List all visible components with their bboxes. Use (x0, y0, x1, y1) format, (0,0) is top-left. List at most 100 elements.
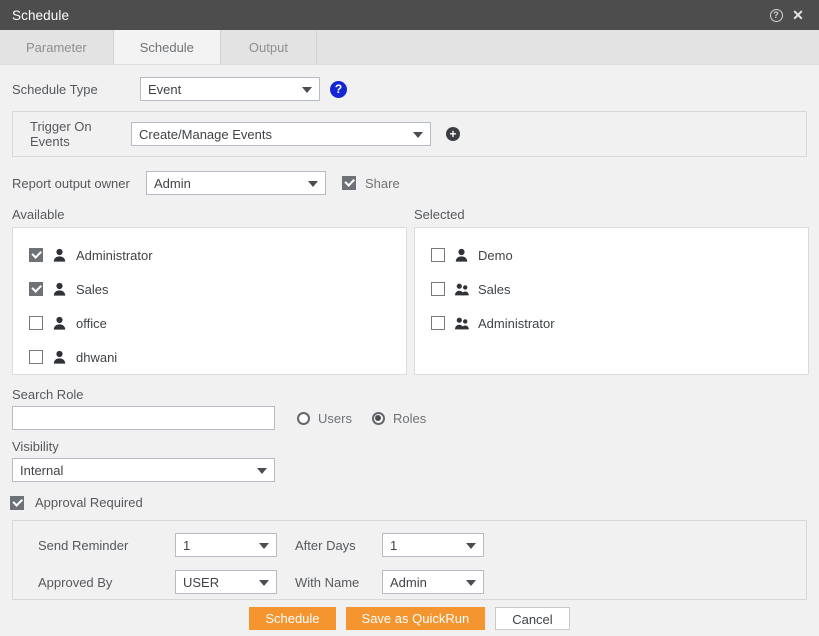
help-circle-icon[interactable]: ? (765, 4, 787, 26)
trigger-events-value: Create/Manage Events (139, 126, 272, 142)
approval-required-label: Approval Required (35, 495, 143, 510)
schedule-button[interactable]: Schedule (249, 607, 336, 630)
available-label: Available (12, 207, 65, 222)
add-trigger-icon[interactable]: + (446, 127, 460, 141)
help-glyph: ? (769, 8, 783, 22)
visibility-label: Visibility (12, 439, 59, 454)
cancel-button[interactable]: Cancel (495, 607, 570, 630)
list-item[interactable]: Administrator (415, 306, 808, 340)
available-listbox[interactable]: Administrator Sales office dhwani (12, 227, 407, 375)
report-owner-label: Report output owner (12, 175, 130, 191)
approval-required-checkbox[interactable] (10, 495, 24, 510)
selected-item-name: Demo (478, 247, 513, 263)
chevron-down-icon (259, 580, 269, 586)
tab-output[interactable]: Output (220, 30, 317, 64)
approved-by-row: Approved By USER With Name Admin (13, 570, 806, 594)
search-role-label: Search Role (12, 387, 84, 402)
schedule-type-value: Event (148, 81, 182, 97)
chevron-down-icon (466, 543, 476, 549)
with-name-value: Admin (390, 574, 427, 590)
trigger-events-select[interactable]: Create/Manage Events (131, 122, 431, 146)
available-item-name: dhwani (76, 349, 118, 365)
approved-by-label: Approved By (38, 574, 113, 590)
schedule-type-row: Schedule Type Event ? (0, 65, 819, 101)
report-owner-row: Report output owner Admin Share (0, 157, 819, 195)
approval-panel: Send Reminder 1 After Days 1 Approved By… (12, 520, 807, 600)
chevron-down-icon (413, 132, 423, 138)
after-days-select[interactable]: 1 (382, 533, 484, 557)
close-icon[interactable]: ✕ (787, 4, 809, 26)
tab-bar: Parameter Schedule Output (0, 30, 819, 65)
tab-parameter[interactable]: Parameter (0, 30, 114, 64)
radio-users[interactable] (297, 411, 310, 425)
list-item[interactable]: dhwani (13, 340, 406, 374)
list-item[interactable]: Demo (415, 238, 808, 272)
search-role-section: Search Role Users Roles (0, 375, 819, 430)
selected-item-checkbox[interactable] (431, 316, 445, 330)
role-transfer-lists: Available Administrator Sales office dhw… (0, 195, 819, 375)
list-item[interactable]: office (13, 306, 406, 340)
available-item-checkbox[interactable] (29, 350, 43, 364)
dialog-footer: Schedule Save as QuickRun Cancel (0, 607, 819, 630)
schedule-type-label: Schedule Type (12, 81, 98, 97)
add-trigger-glyph: + (449, 127, 457, 141)
available-item-checkbox[interactable] (29, 316, 43, 330)
available-item-checkbox[interactable] (29, 282, 43, 296)
visibility-section: Visibility Internal (0, 430, 819, 482)
list-item[interactable]: Administrator (13, 238, 406, 272)
tab-filler (316, 30, 819, 64)
user-icon (455, 248, 468, 262)
schedule-type-select[interactable]: Event (140, 77, 320, 101)
approved-by-select[interactable]: USER (175, 570, 277, 594)
trigger-panel: Trigger On Events Create/Manage Events + (12, 111, 807, 157)
schedule-type-help-glyph: ? (334, 82, 343, 96)
chevron-down-icon (308, 181, 318, 187)
radio-roles[interactable] (371, 411, 385, 425)
chevron-down-icon (302, 87, 312, 93)
user-icon (53, 316, 66, 330)
chevron-down-icon (259, 543, 269, 549)
search-role-input[interactable] (12, 406, 275, 430)
window-titlebar: Schedule ? ✕ (0, 0, 819, 30)
selected-item-checkbox[interactable] (431, 282, 445, 296)
tab-parameter-label: Parameter (26, 39, 87, 55)
send-reminder-row: Send Reminder 1 After Days 1 (13, 533, 806, 557)
user-group-icon (455, 282, 469, 296)
selected-item-checkbox[interactable] (431, 248, 445, 262)
chevron-down-icon (466, 580, 476, 586)
schedule-form: Schedule Type Event ? Trigger On Events … (0, 65, 819, 636)
after-days-value: 1 (390, 537, 398, 553)
available-item-name: office (76, 315, 107, 331)
selected-column: Selected Demo Sales Administrator (414, 207, 809, 375)
send-reminder-value: 1 (183, 537, 191, 553)
tab-output-label: Output (248, 39, 288, 55)
available-item-checkbox[interactable] (29, 248, 43, 262)
available-item-name: Sales (76, 281, 109, 297)
tab-schedule-label: Schedule (139, 39, 194, 55)
list-item[interactable]: Sales (415, 272, 808, 306)
list-item[interactable]: Sales (13, 272, 406, 306)
selected-item-name: Administrator (478, 315, 555, 331)
selected-item-name: Sales (478, 281, 511, 297)
send-reminder-select[interactable]: 1 (175, 533, 277, 557)
approval-required-row: Approval Required (0, 482, 819, 510)
report-owner-select[interactable]: Admin (146, 171, 326, 195)
share-label: Share (365, 175, 400, 191)
with-name-select[interactable]: Admin (382, 570, 484, 594)
visibility-value: Internal (20, 462, 64, 478)
save-as-quickrun-button[interactable]: Save as QuickRun (345, 607, 486, 630)
after-days-label: After Days (295, 537, 356, 553)
selected-listbox[interactable]: Demo Sales Administrator (414, 227, 809, 375)
schedule-type-help-icon[interactable]: ? (330, 80, 347, 98)
tab-schedule[interactable]: Schedule (113, 30, 221, 64)
approved-by-value: USER (183, 574, 220, 590)
report-owner-value: Admin (154, 175, 191, 191)
radio-roles-label: Roles (392, 410, 427, 426)
trigger-label: Trigger On Events (30, 119, 92, 149)
share-checkbox[interactable] (342, 176, 356, 190)
send-reminder-label: Send Reminder (38, 537, 129, 553)
window-title: Schedule (12, 7, 70, 23)
visibility-select[interactable]: Internal (12, 458, 275, 482)
available-item-name: Administrator (76, 247, 153, 263)
radio-users-label: Users (318, 410, 352, 426)
